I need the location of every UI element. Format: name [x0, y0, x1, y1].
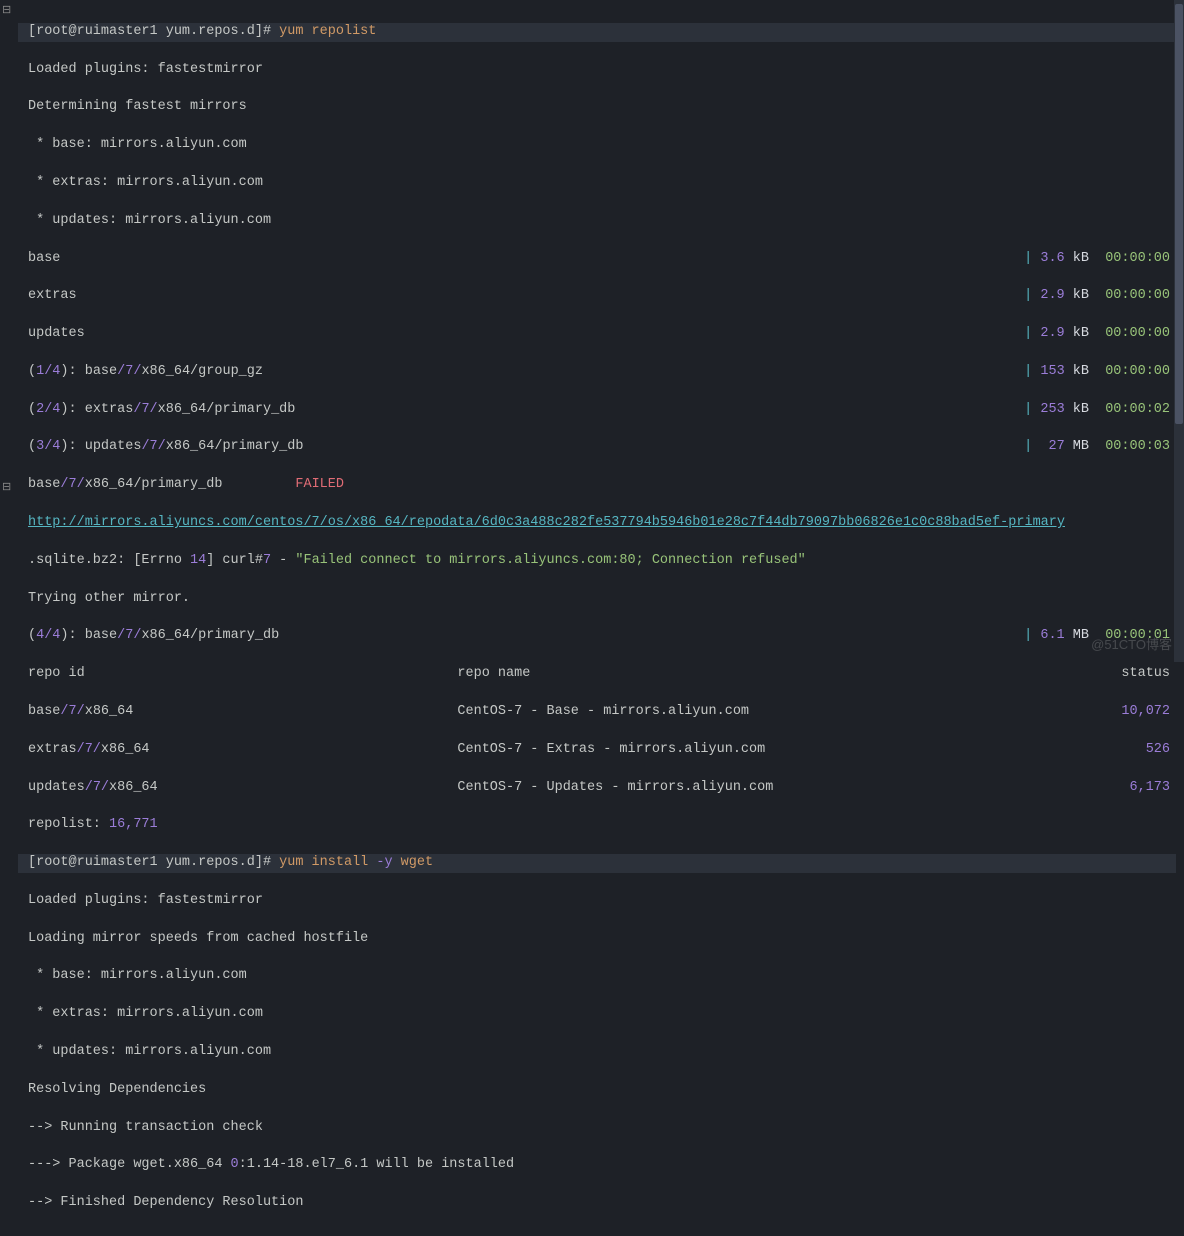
output-line: Resolving Dependencies: [28, 1081, 1176, 1100]
download-line: extras| 2.9 kB 00:00:00: [28, 287, 1176, 306]
download-line: (4/4): base/7/x86_64/primary_db| 6.1 MB …: [28, 627, 1176, 646]
output-line: * updates: mirrors.aliyun.com: [28, 212, 1176, 231]
download-line: (3/4): updates/7/x86_64/primary_db| 27 M…: [28, 438, 1176, 457]
command: yum install: [279, 855, 376, 870]
output-line: --> Finished Dependency Resolution: [28, 1194, 1176, 1213]
output-line: * base: mirrors.aliyun.com: [28, 136, 1176, 155]
output-line: Determining fastest mirrors: [28, 98, 1176, 117]
failed-line: base/7/x86_64/primary_db FAILED: [28, 476, 1176, 495]
scrollbar[interactable]: [1174, 0, 1184, 662]
error-line: .sqlite.bz2: [Errno 14] curl#7 - "Failed…: [28, 552, 1176, 571]
table-row: extras/7/x86_64 CentOS-7 - Extras - mirr…: [28, 741, 1176, 760]
fold-icon[interactable]: ⊟: [2, 4, 11, 19]
table-row: base/7/x86_64 CentOS-7 - Base - mirrors.…: [28, 703, 1176, 722]
output-line: ---> Package wget.x86_64 0:1.14-18.el7_6…: [28, 1156, 1176, 1175]
output-line: Loaded plugins: fastestmirror: [28, 892, 1176, 911]
url-line: http://mirrors.aliyuncs.com/centos/7/os/…: [28, 514, 1176, 533]
terminal-output: [root@ruimaster1 yum.repos.d]# yum repol…: [0, 0, 1184, 1236]
download-line: updates| 2.9 kB 00:00:00: [28, 325, 1176, 344]
download-line: (1/4): base/7/x86_64/group_gz| 153 kB 00…: [28, 363, 1176, 382]
output-line: Trying other mirror.: [28, 590, 1176, 609]
output-line: * base: mirrors.aliyun.com: [28, 967, 1176, 986]
output-line: * extras: mirrors.aliyun.com: [28, 1005, 1176, 1024]
command-line[interactable]: [root@ruimaster1 yum.repos.d]# yum insta…: [18, 854, 1176, 873]
fold-icon[interactable]: ⊟: [2, 481, 11, 496]
output-line: Loaded plugins: fastestmirror: [28, 61, 1176, 80]
editor-gutter: ⊟ ⊟: [0, 0, 16, 662]
shell-prompt: [root@ruimaster1 yum.repos.d]#: [28, 24, 279, 39]
command-line[interactable]: [root@ruimaster1 yum.repos.d]# yum repol…: [18, 23, 1176, 42]
table-header: repo id repo name status: [28, 665, 1176, 684]
shell-prompt: [root@ruimaster1 yum.repos.d]#: [28, 855, 279, 870]
download-line: base| 3.6 kB 00:00:00: [28, 250, 1176, 269]
output-line: * updates: mirrors.aliyun.com: [28, 1043, 1176, 1062]
table-row: updates/7/x86_64 CentOS-7 - Updates - mi…: [28, 779, 1176, 798]
scrollbar-thumb[interactable]: [1175, 4, 1183, 424]
output-line: --> Running transaction check: [28, 1119, 1176, 1138]
watermark: @51CTO博客: [1091, 636, 1172, 654]
download-line: (2/4): extras/7/x86_64/primary_db| 253 k…: [28, 401, 1176, 420]
repolist-total: repolist: 16,771: [28, 816, 1176, 835]
output-line: Loading mirror speeds from cached hostfi…: [28, 930, 1176, 949]
output-line: * extras: mirrors.aliyun.com: [28, 174, 1176, 193]
command: yum repolist: [279, 24, 376, 39]
